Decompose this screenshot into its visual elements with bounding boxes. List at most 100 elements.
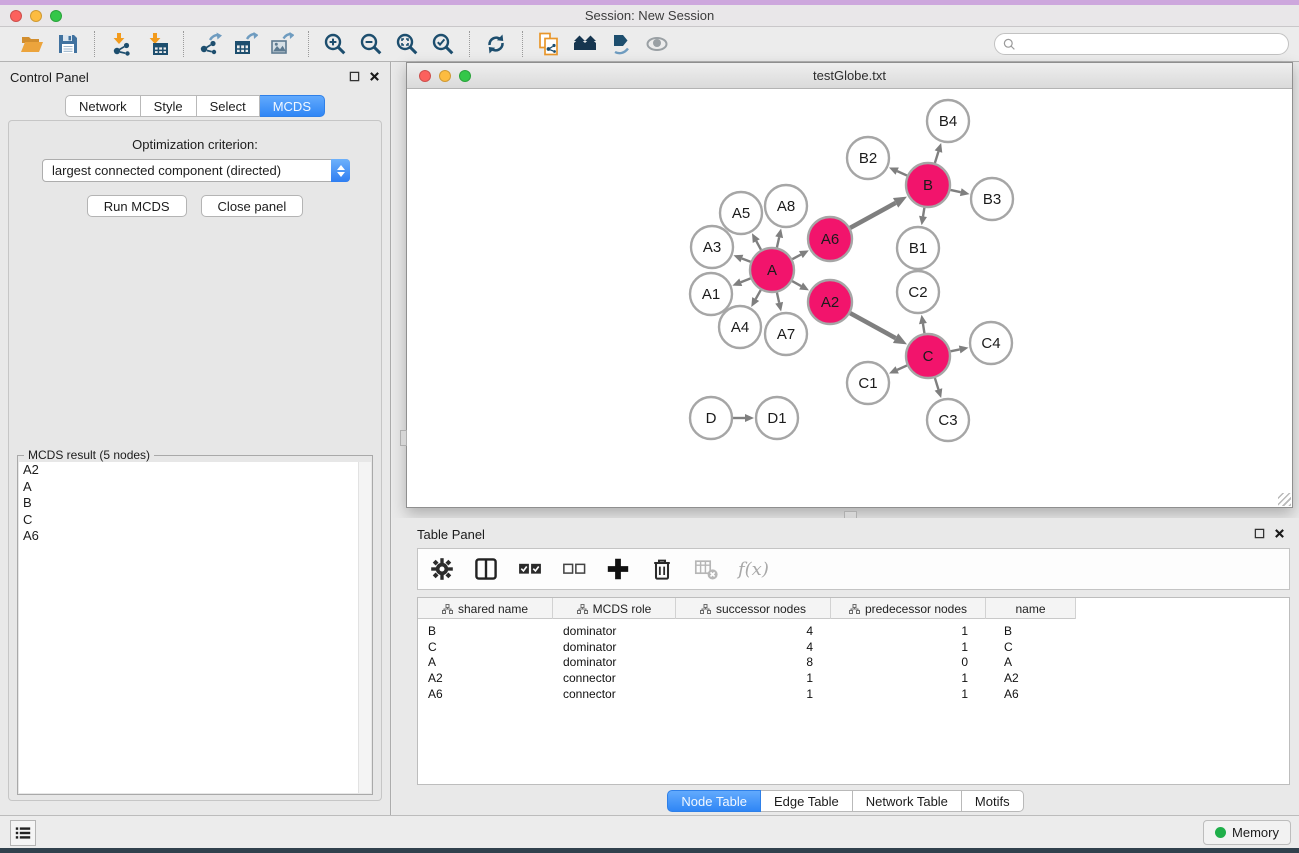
graph-node-A2[interactable]: A2 [808, 280, 852, 324]
table-cell[interactable]: 1 [676, 687, 831, 701]
result-item[interactable]: B [19, 495, 371, 512]
table-cell[interactable]: connector [553, 671, 676, 685]
table-cell[interactable]: A2 [986, 671, 1076, 685]
zoom-selected-button[interactable] [425, 29, 461, 59]
graph-edge[interactable] [792, 255, 801, 260]
float-panel-icon[interactable] [349, 71, 360, 82]
table-cell[interactable]: A6 [418, 687, 553, 701]
main-titlebar[interactable]: Session: New Session [0, 5, 1299, 27]
zoom-fit-button[interactable] [389, 29, 425, 59]
graph-edge[interactable] [923, 324, 925, 334]
table-row[interactable]: Cdominator41C [418, 639, 1289, 655]
table-cell[interactable]: B [418, 624, 553, 638]
close-panel-button[interactable]: Close panel [201, 195, 304, 217]
column-header-predecessor-nodes[interactable]: predecessor nodes [831, 598, 986, 619]
graph-node-A4[interactable]: A4 [719, 306, 761, 348]
tab-network-table[interactable]: Network Table [853, 790, 962, 812]
close-panel-icon[interactable] [1274, 528, 1285, 539]
table-cell[interactable]: 4 [676, 624, 831, 638]
table-cell[interactable]: 8 [676, 655, 831, 669]
graph-node-B2[interactable]: B2 [847, 137, 889, 179]
select-all-button[interactable] [518, 557, 542, 581]
export-network-button[interactable] [192, 29, 228, 59]
close-panel-icon[interactable] [369, 71, 380, 82]
graph-edge[interactable] [792, 281, 801, 286]
search-field[interactable] [994, 33, 1289, 55]
mcds-result-list[interactable]: A2ABCA6 [19, 462, 371, 793]
graph-node-B[interactable]: B [906, 163, 950, 207]
graph-node-B3[interactable]: B3 [971, 178, 1013, 220]
table-cell[interactable]: connector [553, 687, 676, 701]
tab-node-table[interactable]: Node Table [667, 790, 761, 812]
table-cell[interactable]: C [986, 640, 1076, 654]
graph-edge[interactable] [850, 313, 895, 338]
task-history-button[interactable] [10, 820, 36, 846]
graph-node-D1[interactable]: D1 [756, 397, 798, 439]
table-cell[interactable]: 1 [831, 671, 986, 685]
graph-edge[interactable] [741, 278, 751, 282]
graph-node-A6[interactable]: A6 [808, 217, 852, 261]
clone-network-button[interactable] [531, 29, 567, 59]
graph-edge[interactable] [756, 290, 761, 299]
graph-edge[interactable] [742, 258, 751, 261]
node-table[interactable]: shared nameMCDS rolesuccessor nodesprede… [417, 597, 1290, 785]
table-header-row[interactable]: shared nameMCDS rolesuccessor nodesprede… [418, 598, 1076, 619]
splitter-handle[interactable] [400, 430, 407, 446]
graph-node-B1[interactable]: B1 [897, 227, 939, 269]
result-scrollbar[interactable] [358, 462, 371, 793]
table-cell[interactable]: 1 [831, 640, 986, 654]
graph-edge[interactable] [850, 203, 895, 228]
table-cell[interactable]: A2 [418, 671, 553, 685]
table-cell[interactable]: 1 [831, 624, 986, 638]
graph-node-C2[interactable]: C2 [897, 271, 939, 313]
result-item[interactable]: A6 [19, 528, 371, 545]
result-item[interactable]: A2 [19, 462, 371, 479]
table-cell[interactable]: C [418, 640, 553, 654]
tab-style[interactable]: Style [141, 95, 197, 117]
column-header-MCDS-role[interactable]: MCDS role [553, 598, 676, 619]
graph-edge[interactable] [897, 171, 907, 175]
graph-edge[interactable] [950, 190, 960, 192]
table-row[interactable]: Bdominator41B [418, 623, 1289, 639]
table-cell[interactable]: 1 [676, 671, 831, 685]
run-mcds-button[interactable]: Run MCDS [87, 195, 187, 217]
graph-node-A1[interactable]: A1 [690, 273, 732, 315]
graph-edge[interactable] [756, 241, 761, 250]
add-column-button[interactable] [606, 557, 630, 581]
criterion-dropdown[interactable]: largest connected component (directed) [42, 159, 350, 182]
tab-select[interactable]: Select [197, 95, 260, 117]
show-columns-button[interactable] [474, 557, 498, 581]
graph-node-A8[interactable]: A8 [765, 185, 807, 227]
export-image-button[interactable] [264, 29, 300, 59]
tab-edge-table[interactable]: Edge Table [761, 790, 853, 812]
table-cell[interactable]: dominator [553, 624, 676, 638]
table-row[interactable]: A2connector11A2 [418, 670, 1289, 686]
graph-node-C1[interactable]: C1 [847, 362, 889, 404]
resize-grip[interactable] [1278, 493, 1291, 506]
memory-button[interactable]: Memory [1203, 820, 1291, 845]
save-session-button[interactable] [50, 29, 86, 59]
graph-node-C3[interactable]: C3 [927, 399, 969, 441]
zoom-in-button[interactable] [317, 29, 353, 59]
graph-node-A7[interactable]: A7 [765, 313, 807, 355]
import-table-button[interactable] [139, 29, 175, 59]
result-item[interactable]: A [19, 479, 371, 496]
tab-motifs[interactable]: Motifs [962, 790, 1024, 812]
graph-node-A[interactable]: A [750, 248, 794, 292]
zoom-out-button[interactable] [353, 29, 389, 59]
network-window-titlebar[interactable]: testGlobe.txt [407, 63, 1292, 89]
column-header-successor-nodes[interactable]: successor nodes [676, 598, 831, 619]
graph-edge[interactable] [935, 152, 939, 164]
network-canvas[interactable]: B4B2BB3A8A5A6A3B1AC2A1A2A4A7C4CC1DD1C3 [407, 89, 1292, 507]
table-settings-button[interactable] [430, 557, 454, 581]
graph-node-A5[interactable]: A5 [720, 192, 762, 234]
import-network-button[interactable] [103, 29, 139, 59]
graph-node-C4[interactable]: C4 [970, 322, 1012, 364]
graph-node-B4[interactable]: B4 [927, 100, 969, 142]
table-body[interactable]: Bdominator41BCdominator41CAdominator80AA… [418, 619, 1289, 702]
table-row[interactable]: A6connector11A6 [418, 686, 1289, 702]
column-header-shared-name[interactable]: shared name [418, 598, 553, 619]
table-cell[interactable]: A [418, 655, 553, 669]
float-panel-icon[interactable] [1254, 528, 1265, 539]
open-session-button[interactable] [14, 29, 50, 59]
